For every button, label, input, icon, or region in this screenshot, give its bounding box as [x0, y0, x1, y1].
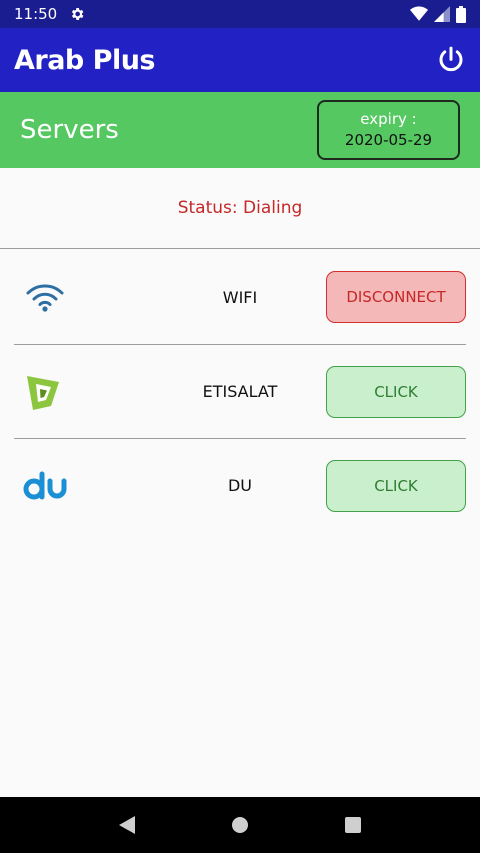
home-icon[interactable]: [228, 813, 252, 837]
system-nav-bar: [0, 797, 480, 853]
battery-icon: [456, 5, 466, 23]
etisalat-click-button[interactable]: CLICK: [326, 365, 466, 418]
server-row-du: DU CLICK: [14, 438, 466, 532]
connection-status: Status: Dialing: [0, 168, 480, 249]
back-icon[interactable]: [115, 813, 139, 837]
expiry-date: 2020-05-29: [344, 131, 433, 149]
server-row-wifi: WIFI DISCONNECT: [0, 250, 480, 344]
system-status-bar: 11:50: [0, 0, 480, 28]
disconnect-button[interactable]: DISCONNECT: [326, 271, 466, 323]
gear-icon: [72, 8, 84, 20]
clock: 11:50: [14, 5, 58, 23]
servers-header: Servers expiry : 2020-05-29: [0, 92, 480, 168]
servers-title: Servers: [20, 115, 119, 145]
expiry-box: expiry : 2020-05-29: [317, 100, 460, 160]
server-list: WIFI DISCONNECT ETISALAT CLICK DU CLICK: [0, 250, 480, 532]
signal-icon: [434, 6, 450, 22]
app-title: Arab Plus: [14, 44, 156, 76]
app-bar: Arab Plus: [0, 28, 480, 92]
server-row-etisalat: ETISALAT CLICK: [14, 344, 466, 438]
recents-icon[interactable]: [341, 813, 365, 837]
expiry-label: expiry :: [360, 110, 417, 128]
du-logo-icon: [22, 463, 68, 509]
etisalat-logo-icon: [22, 369, 68, 415]
wifi-logo-icon: [22, 274, 68, 320]
status-text: Status: Dialing: [177, 198, 303, 218]
power-icon[interactable]: [436, 45, 466, 75]
wifi-icon: [410, 6, 428, 21]
du-click-button[interactable]: CLICK: [326, 459, 466, 512]
